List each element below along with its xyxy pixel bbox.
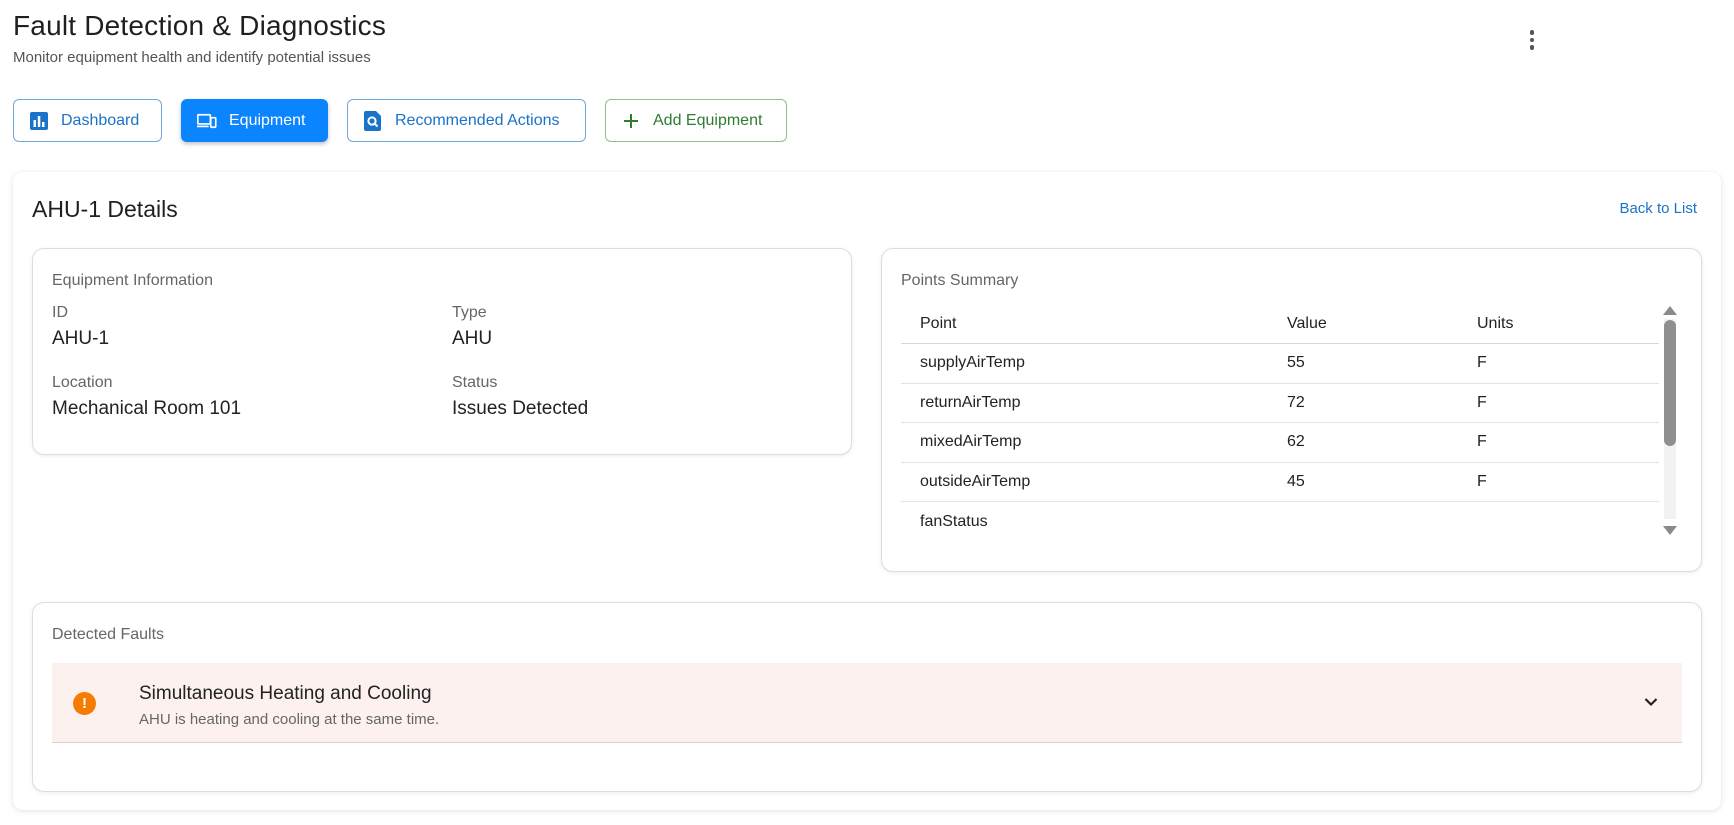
info-id-value: AHU-1 xyxy=(52,328,110,349)
table-row: fanStatus xyxy=(901,502,1659,542)
fault-description: AHU is heating and cooling at the same t… xyxy=(139,711,440,728)
equipment-button-label: Equipment xyxy=(229,111,306,129)
recommended-actions-button-label: Recommended Actions xyxy=(395,111,560,129)
bar-chart-icon xyxy=(29,111,49,131)
point-units: F xyxy=(1477,393,1487,411)
point-value: 72 xyxy=(1287,393,1305,411)
equipment-information-title: Equipment Information xyxy=(52,272,213,289)
points-table-scrollbar[interactable] xyxy=(1660,304,1680,537)
info-type-label: Type xyxy=(452,304,487,321)
points-table: Point Value Units supplyAirTemp 55 F ret… xyxy=(901,304,1659,542)
info-type-value: AHU xyxy=(452,328,493,349)
info-location-label: Location xyxy=(52,374,113,391)
info-id-label: ID xyxy=(52,304,68,321)
table-row: mixedAirTemp 62 F xyxy=(901,423,1659,463)
back-to-list-link[interactable]: Back to List xyxy=(1619,200,1697,217)
dashboard-button-label: Dashboard xyxy=(61,111,140,129)
fault-accordion-item[interactable]: ! Simultaneous Heating and Cooling AHU i… xyxy=(52,663,1682,743)
column-header-units: Units xyxy=(1477,314,1514,332)
plus-icon xyxy=(621,111,641,131)
point-units: F xyxy=(1477,433,1487,451)
details-title: AHU-1 Details xyxy=(32,196,178,222)
point-units: F xyxy=(1477,472,1487,490)
points-summary-card: Points Summary Point Value Units supplyA… xyxy=(881,248,1702,572)
point-name: mixedAirTemp xyxy=(920,433,1022,451)
fault-title: Simultaneous Heating and Cooling xyxy=(139,683,432,704)
chevron-down-icon[interactable] xyxy=(1644,695,1658,709)
equipment-details-panel: AHU-1 Details Back to List Equipment Inf… xyxy=(13,172,1721,810)
point-name: fanStatus xyxy=(920,512,988,530)
points-table-header: Point Value Units xyxy=(901,304,1659,344)
devices-icon xyxy=(197,111,217,131)
points-summary-title: Points Summary xyxy=(901,272,1019,289)
info-type: Type AHU xyxy=(452,304,832,350)
point-name: outsideAirTemp xyxy=(920,472,1031,490)
equipment-information-grid: ID AHU-1 Type AHU Location Mechanical Ro… xyxy=(52,304,832,420)
dashboard-button[interactable]: Dashboard xyxy=(13,99,162,142)
search-document-icon xyxy=(363,110,383,131)
add-equipment-button-label: Add Equipment xyxy=(653,111,763,129)
point-value: 62 xyxy=(1287,433,1305,451)
scrollbar-thumb[interactable] xyxy=(1664,320,1676,446)
scroll-down-arrow-icon[interactable] xyxy=(1663,526,1677,535)
table-row: outsideAirTemp 45 F xyxy=(901,463,1659,502)
point-value: 55 xyxy=(1287,354,1305,372)
page-header: Fault Detection & Diagnostics Monitor eq… xyxy=(13,10,386,66)
point-name: supplyAirTemp xyxy=(920,354,1025,372)
point-value: 45 xyxy=(1287,472,1305,490)
info-status-value: Issues Detected xyxy=(452,398,589,419)
table-row: supplyAirTemp 55 F xyxy=(901,344,1659,384)
more-vertical-icon[interactable] xyxy=(1520,28,1544,52)
column-header-point: Point xyxy=(920,314,957,332)
recommended-actions-button[interactable]: Recommended Actions xyxy=(347,99,586,142)
page-title: Fault Detection & Diagnostics xyxy=(13,10,387,41)
info-status: Status Issues Detected xyxy=(452,374,832,420)
info-location-value: Mechanical Room 101 xyxy=(52,398,242,419)
detected-faults-card: Detected Faults ! Simultaneous Heating a… xyxy=(32,602,1702,792)
scroll-up-arrow-icon[interactable] xyxy=(1663,306,1677,315)
info-id: ID AHU-1 xyxy=(52,304,452,350)
info-status-label: Status xyxy=(452,374,498,391)
warning-icon: ! xyxy=(73,692,96,715)
point-name: returnAirTemp xyxy=(920,393,1021,411)
equipment-information-card: Equipment Information ID AHU-1 Type AHU … xyxy=(32,248,852,455)
info-location: Location Mechanical Room 101 xyxy=(52,374,452,420)
detected-faults-title: Detected Faults xyxy=(52,626,165,643)
equipment-button[interactable]: Equipment xyxy=(181,99,328,142)
table-row: returnAirTemp 72 F xyxy=(901,384,1659,423)
page-subtitle: Monitor equipment health and identify po… xyxy=(13,49,371,66)
column-header-value: Value xyxy=(1287,314,1327,332)
add-equipment-button[interactable]: Add Equipment xyxy=(605,99,787,142)
toolbar: Dashboard Equipment Recommended Actions … xyxy=(13,99,787,142)
point-units: F xyxy=(1477,354,1487,372)
